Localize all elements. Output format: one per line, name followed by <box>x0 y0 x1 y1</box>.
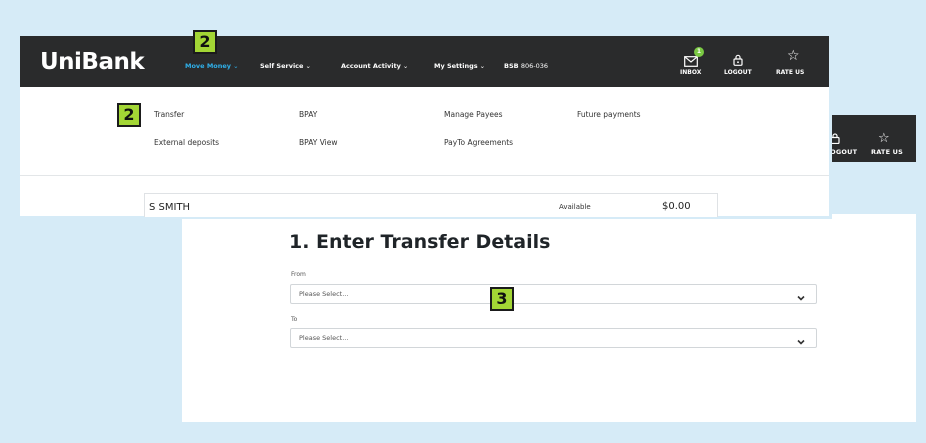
from-select[interactable]: Please Select... <box>290 284 817 304</box>
lock-icon <box>733 51 743 70</box>
top-navbar: UniBank Move Money ⌄ Self Service ⌄ Accoun… <box>20 36 829 87</box>
nav-self-service-label: Self Service <box>260 62 304 70</box>
inbox-label[interactable]: INBOX <box>680 69 701 76</box>
rate-us-button[interactable]: RATE US <box>776 69 804 76</box>
move-money-menu-overlay: UniBank Move Money ⌄ Self Service ⌄ Accoun… <box>20 36 829 217</box>
bsb-label: BSB <box>504 62 519 70</box>
step-badge: 2 <box>117 103 141 127</box>
menu-payto-agreements[interactable]: PayTo Agreements <box>444 138 513 147</box>
step-badge: 2 <box>193 30 217 54</box>
chevron-down-icon: ⌄ <box>479 62 486 70</box>
from-select-placeholder: Please Select... <box>299 290 349 298</box>
star-icon: ☆ <box>878 131 890 146</box>
star-icon: ☆ <box>787 48 800 64</box>
available-balance: $0.00 <box>662 201 691 212</box>
menu-external-deposits[interactable]: External deposits <box>154 138 219 147</box>
nav-my-settings-label: My Settings <box>434 62 478 70</box>
chevron-down-icon: ⌄ <box>305 62 311 70</box>
nav-move-money[interactable]: Move Money ⌄ <box>185 62 239 70</box>
available-label: Available <box>559 203 591 211</box>
menu-bpay[interactable]: BPAY <box>299 110 317 119</box>
unibank-logo[interactable]: UniBank <box>40 49 145 75</box>
lock-icon <box>830 133 840 147</box>
nav-account-activity[interactable]: Account Activity ⌄ <box>341 62 408 70</box>
account-summary-card: S SMITH Available $0.00 <box>144 193 718 217</box>
nav-account-activity-label: Account Activity <box>341 62 401 70</box>
nav-self-service[interactable]: Self Service ⌄ <box>260 62 311 70</box>
menu-bpay-view[interactable]: BPAY View <box>299 138 338 147</box>
step-badge: 3 <box>490 287 514 311</box>
background-logout-label[interactable]: LOGOUT <box>826 148 857 156</box>
background-rate-us-label[interactable]: RATE US <box>871 148 903 156</box>
chevron-down-icon: ⌄ <box>402 62 409 70</box>
bsb-value: 806-036 <box>520 62 549 70</box>
menu-manage-payees[interactable]: Manage Payees <box>444 110 503 119</box>
to-select[interactable]: Please Select... <box>290 328 817 348</box>
nav-move-money-label: Move Money <box>185 62 232 70</box>
logout-button[interactable]: LOGOUT <box>724 69 752 76</box>
inbox-count-badge: 1 <box>694 47 704 57</box>
chevron-down-icon: ⌄ <box>233 62 239 70</box>
menu-transfer[interactable]: Transfer <box>154 110 184 119</box>
chevron-down-icon <box>795 333 807 345</box>
to-select-placeholder: Please Select... <box>299 334 349 342</box>
menu-divider <box>20 175 829 176</box>
menu-future-payments[interactable]: Future payments <box>577 110 641 119</box>
bsb-display: BSB 806-036 <box>504 62 548 70</box>
page-title: 1. Enter Transfer Details <box>289 231 551 253</box>
account-holder-name: S SMITH <box>149 202 191 213</box>
chevron-down-icon <box>795 289 807 301</box>
to-label: To <box>291 316 298 323</box>
nav-my-settings[interactable]: My Settings ⌄ <box>434 62 485 70</box>
background-nav-fragment: LOGOUT ☆ RATE US <box>826 115 916 162</box>
from-label: From <box>291 271 306 278</box>
